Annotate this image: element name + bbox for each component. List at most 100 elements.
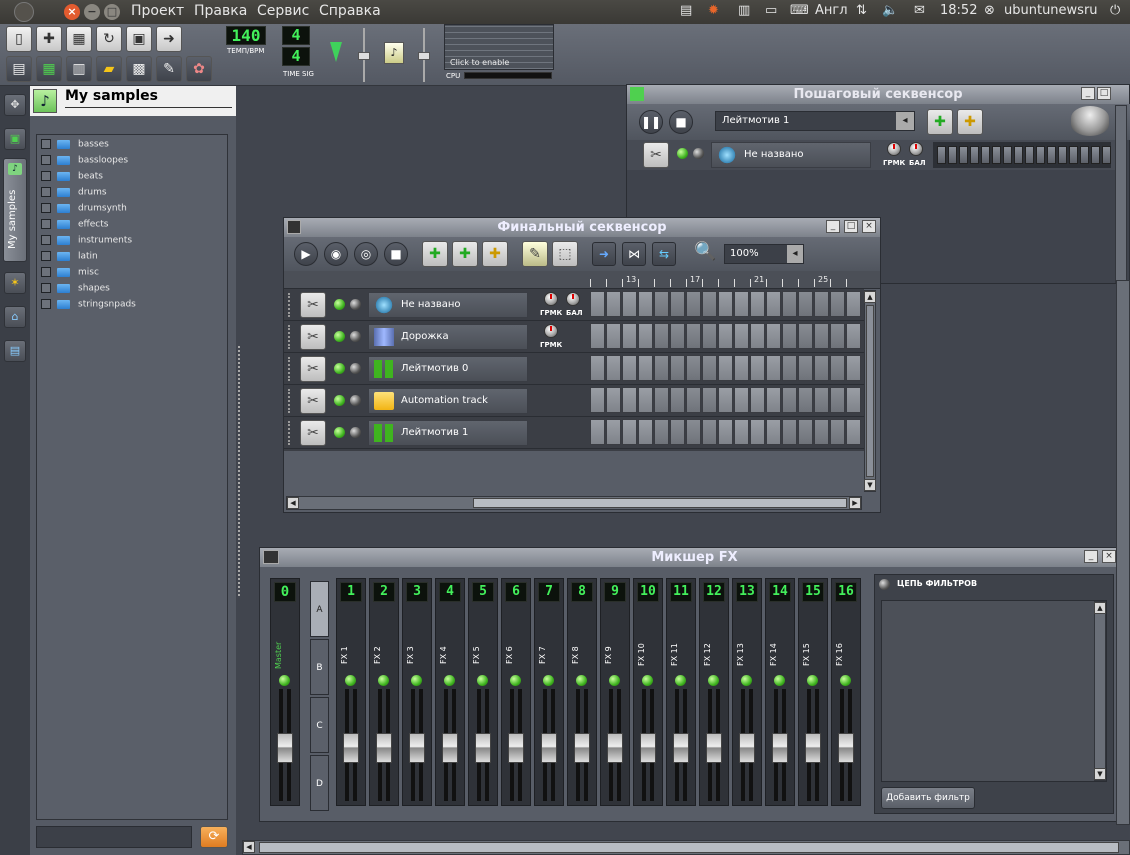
fx-fader[interactable] [474, 689, 492, 801]
beat-cell[interactable] [798, 419, 813, 445]
step-buttons[interactable] [933, 142, 1111, 168]
behavior-at-stop-icon[interactable]: ⇆ [652, 242, 676, 266]
projects-tab-icon[interactable]: ▣ [4, 128, 26, 150]
track-solo-led[interactable] [350, 299, 361, 310]
beat-cell[interactable] [606, 355, 621, 381]
effects-list[interactable]: ▲ ▼ [881, 600, 1107, 782]
automation-editor-toggle-icon[interactable]: ▰ [96, 56, 122, 82]
folder-item[interactable]: basses [41, 139, 109, 153]
step-button[interactable] [1036, 146, 1045, 164]
fx-channel[interactable]: 13 FX 13 [732, 578, 762, 806]
beat-cell[interactable] [718, 387, 733, 413]
step-track-solo-led[interactable] [693, 148, 704, 159]
step-button[interactable] [1069, 146, 1078, 164]
step-button[interactable] [1102, 146, 1111, 164]
track-volume-knob[interactable] [544, 324, 558, 338]
fx-channel[interactable]: 10 FX 10 [633, 578, 663, 806]
beat-cell[interactable] [846, 419, 861, 445]
beat-cell[interactable] [782, 387, 797, 413]
volume-icon[interactable]: 🔈 [882, 3, 898, 18]
beat-cell[interactable] [798, 387, 813, 413]
beat-cell[interactable] [670, 323, 685, 349]
step-button[interactable] [1025, 146, 1034, 164]
beat-cell[interactable] [798, 323, 813, 349]
folder-item[interactable]: drumsynth [41, 203, 127, 217]
scroll-left-icon[interactable]: ◀ [287, 497, 299, 509]
beat-cell[interactable] [686, 387, 701, 413]
beat-cell[interactable] [814, 291, 829, 317]
root-tab-icon[interactable]: ▤ [4, 340, 26, 362]
step-seq-pause-button[interactable]: ❚❚ [639, 110, 663, 134]
fx-mute-led[interactable] [411, 675, 422, 686]
reload-tree-icon[interactable]: ⟳ [200, 826, 228, 848]
fx-fader[interactable] [573, 689, 591, 801]
song-editor-minimize-button[interactable]: _ [826, 220, 840, 233]
master-fader[interactable] [276, 689, 294, 801]
beat-cell[interactable] [750, 419, 765, 445]
bank-b-button[interactable]: B [310, 639, 329, 695]
workspace-splitter[interactable] [238, 346, 242, 596]
fx-channel[interactable]: 16 FX 16 [831, 578, 861, 806]
fx-fader[interactable] [540, 689, 558, 801]
fx-mute-led[interactable] [378, 675, 389, 686]
beat-cell[interactable] [606, 419, 621, 445]
folder-item[interactable]: drums [41, 187, 107, 201]
expand-box-icon[interactable] [41, 299, 51, 309]
song-hscroll-thumb[interactable] [473, 498, 847, 508]
mail-icon[interactable]: ✉ [914, 3, 925, 18]
beat-cell[interactable] [782, 323, 797, 349]
beat-cell[interactable] [702, 387, 717, 413]
beat-cell[interactable] [718, 419, 733, 445]
expand-box-icon[interactable] [41, 203, 51, 213]
beat-cell[interactable] [702, 355, 717, 381]
beat-cell[interactable] [622, 355, 637, 381]
piano-roll-toggle-icon[interactable]: ▥ [66, 56, 92, 82]
expand-box-icon[interactable] [41, 139, 51, 149]
maximize-window-button[interactable]: □ [104, 4, 120, 20]
track-name-button[interactable]: Лейтмотив 1 [368, 420, 528, 446]
fx-fader[interactable] [705, 689, 723, 801]
time-sig-denominator[interactable]: 4 [282, 47, 310, 66]
battery-icon[interactable]: ▭ [765, 3, 777, 18]
step-button[interactable] [1014, 146, 1023, 164]
song-editor-toggle-icon[interactable]: ▤ [6, 56, 32, 82]
fx-fader[interactable] [771, 689, 789, 801]
beat-cell[interactable] [654, 323, 669, 349]
expand-box-icon[interactable] [41, 251, 51, 261]
track-solo-led[interactable] [350, 427, 361, 438]
track-grip[interactable] [288, 293, 296, 317]
fx-fader[interactable] [672, 689, 690, 801]
timeline-ruler[interactable]: 13 17 21 25 [284, 271, 880, 289]
folder-tree[interactable]: basses bassloopes beats drums drumsynth effec… [36, 134, 228, 820]
pattern-selector[interactable]: Лейтмотив 1 ◂ [715, 111, 915, 131]
track-solo-led[interactable] [350, 331, 361, 342]
expand-box-icon[interactable] [41, 187, 51, 197]
fx-mute-led[interactable] [840, 675, 851, 686]
track-actions-icon[interactable]: ✂ [300, 388, 326, 414]
master-volume-icon[interactable] [330, 42, 342, 62]
step-button[interactable] [1080, 146, 1089, 164]
presets-tab-icon[interactable]: ✶ [4, 272, 26, 294]
beat-cell[interactable] [718, 291, 733, 317]
minimize-window-button[interactable]: − [84, 4, 100, 20]
beat-cell[interactable] [686, 355, 701, 381]
beat-cell[interactable] [638, 323, 653, 349]
beat-cell[interactable] [750, 355, 765, 381]
fx-channel[interactable]: 11 FX 11 [666, 578, 696, 806]
auto-scroll-icon[interactable]: ➜ [592, 242, 616, 266]
track-solo-led[interactable] [350, 363, 361, 374]
add-automation-track-icon[interactable]: ✚ [957, 109, 983, 135]
master-channel[interactable]: 0 Master [270, 578, 300, 806]
track-mute-led[interactable] [334, 363, 345, 374]
track-actions-icon[interactable]: ✂ [300, 420, 326, 446]
fx-channel[interactable]: 14 FX 14 [765, 578, 795, 806]
save-project-icon[interactable]: ▣ [126, 26, 152, 52]
beat-cell[interactable] [654, 387, 669, 413]
beat-cell[interactable] [750, 387, 765, 413]
expand-box-icon[interactable] [41, 155, 51, 165]
beat-cell[interactable] [846, 323, 861, 349]
menu-project[interactable]: Проект [131, 3, 184, 19]
beat-cell[interactable] [606, 291, 621, 317]
fx-channel[interactable]: 2 FX 2 [369, 578, 399, 806]
track-name-button[interactable]: Лейтмотив 0 [368, 356, 528, 382]
